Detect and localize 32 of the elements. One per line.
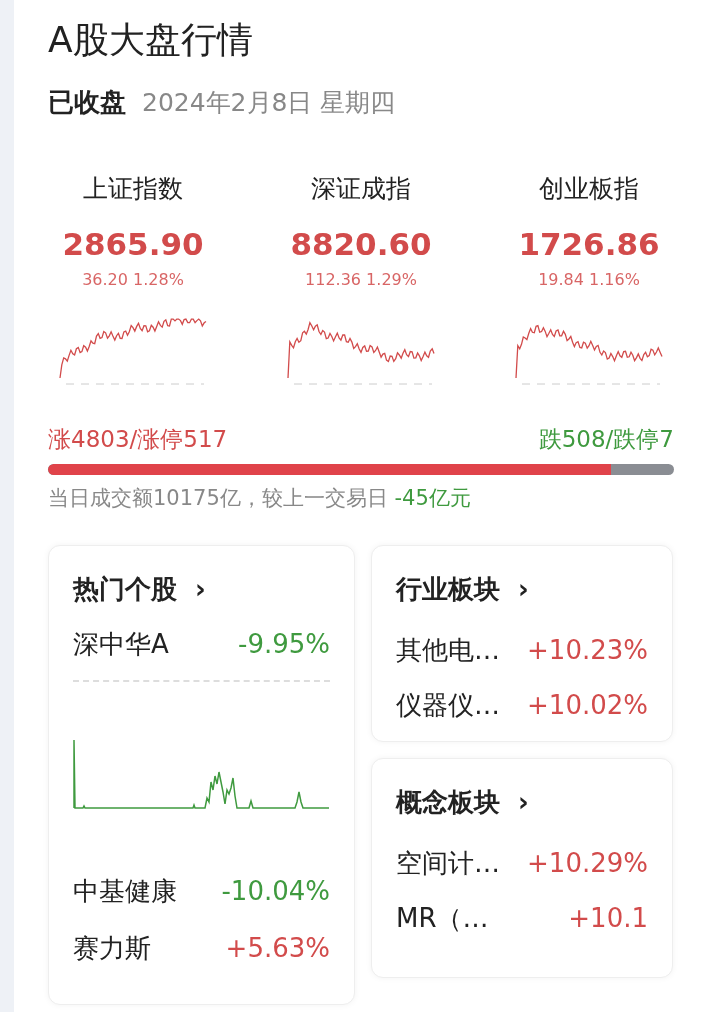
page-title: A股大盘行情	[48, 18, 254, 62]
section-link[interactable]: 热门个股 ›	[73, 570, 206, 609]
section-link[interactable]: 行业板块 ›	[396, 570, 529, 609]
stock-name[interactable]: 赛力斯	[73, 929, 151, 968]
index-name: 上证指数	[83, 173, 183, 206]
turnover-text: 当日成交额10175亿，较上一交易日 -45亿元	[48, 485, 472, 513]
stock-name[interactable]: 深中华A	[73, 625, 169, 664]
market-status: 已收盘	[48, 86, 126, 120]
index-value: 1726.86	[518, 224, 660, 264]
change-percent: +10.02%	[527, 689, 648, 722]
index-value: 8820.60	[290, 224, 432, 264]
index-value: 2865.90	[62, 224, 204, 264]
stock-name[interactable]: 中基健康	[73, 872, 177, 911]
change-percent: -10.04%	[221, 875, 330, 908]
index-name: 创业板指	[539, 173, 639, 206]
date-text: 2024年2月8日 星期四	[142, 87, 396, 120]
change-percent: +10.23%	[527, 634, 648, 667]
change-percent: +10.1	[568, 902, 648, 935]
decliners-count: 跌508/跌停7	[538, 425, 674, 454]
change-percent: +5.63%	[225, 932, 330, 965]
change-percent: +10.29%	[527, 847, 648, 880]
stock-name[interactable]: 空间计…	[396, 844, 500, 883]
change-percent: -9.95%	[238, 628, 330, 661]
section-link[interactable]: 概念板块 ›	[396, 783, 529, 822]
index-change: 112.36 1.29%	[305, 269, 417, 291]
index-change: 36.20 1.28%	[82, 269, 184, 291]
advancers-count: 涨4803/涨停517	[48, 425, 228, 454]
stock-name[interactable]: MR（…	[396, 899, 489, 938]
stock-name[interactable]: 其他电…	[396, 631, 500, 670]
index-change: 19.84 1.16%	[538, 269, 640, 291]
stock-name[interactable]: 仪器仪…	[396, 686, 500, 725]
index-name: 深证成指	[311, 173, 411, 206]
